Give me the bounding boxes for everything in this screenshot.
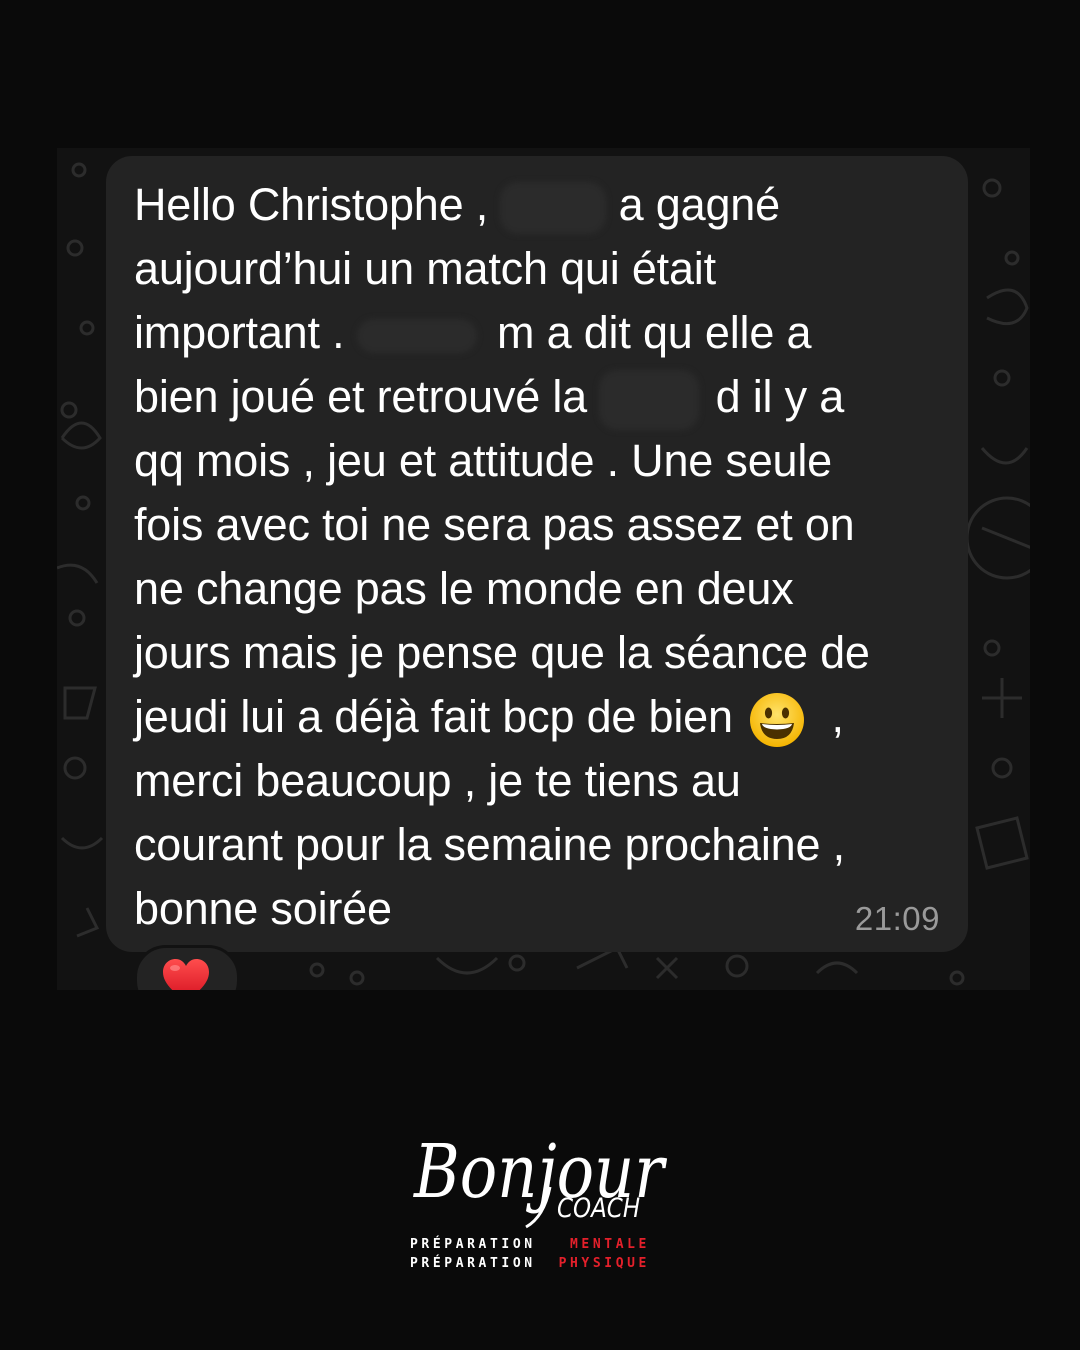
message-text-segment: m a dit qu elle a — [484, 307, 812, 358]
tagline-accent: MENTALE — [569, 1237, 650, 1252]
redacted-name — [500, 182, 607, 235]
message-text-segment: a gagné — [606, 179, 780, 230]
brand-tagline: PRÉPARATION PHYSIQUE — [410, 1256, 670, 1271]
message-line: jours mais je pense que la séance de — [134, 621, 940, 685]
message-text-segment: fois avec toi ne sera pas assez et on — [134, 499, 855, 550]
tagline-prefix: PRÉPARATION — [410, 1237, 536, 1252]
message-text-segment: , — [819, 691, 844, 742]
message-line: courant pour la semaine prochaine , — [134, 813, 940, 877]
brand-tagline: PRÉPARATION MENTALE — [410, 1237, 670, 1252]
message-text-segment: important . — [134, 307, 357, 358]
message-line: ne change pas le monde en deux — [134, 557, 940, 621]
message-line: aujourd’hui un match qui était — [134, 237, 940, 301]
message-line: bien joué et retrouvé la d il y a — [134, 365, 940, 431]
message-text-segment: d il y a — [703, 371, 845, 422]
message-text: Hello Christophe , a gagné aujourd’hui u… — [134, 173, 940, 941]
brand-coach-text: COACH — [557, 1193, 641, 1224]
message-line: jeudi lui a déjà fait bcp de bien , — [134, 685, 940, 749]
message-timestamp: 21:09 — [854, 900, 940, 937]
message-bubble[interactable]: Hello Christophe , a gagné aujourd’hui u… — [106, 156, 968, 952]
grinning-face-icon — [750, 693, 805, 748]
message-text-segment: bonne soirée — [134, 883, 392, 934]
redacted-name — [356, 319, 477, 354]
redacted-word — [599, 370, 700, 431]
message-line: Hello Christophe , a gagné — [134, 173, 940, 237]
chat-area: Hello Christophe , a gagné aujourd’hui u… — [57, 148, 1030, 990]
message-text-segment: jours mais je pense que la séance de — [134, 627, 870, 678]
message-line: qq mois , jeu et attitude . Une seule — [134, 429, 940, 493]
message-text-segment: jeudi lui a déjà fait bcp de bien — [134, 691, 746, 742]
message-line: important . m a dit qu elle a — [134, 301, 940, 365]
message-text-segment: merci beaucoup , je te tiens au — [134, 755, 741, 806]
message-text-segment: Hello Christophe , — [134, 179, 501, 230]
message-text-segment: bien joué et retrouvé la — [134, 371, 600, 422]
message-text-segment: courant pour la semaine prochaine , — [134, 819, 845, 870]
message-line: merci beaucoup , je te tiens au — [134, 749, 940, 813]
tagline-accent: PHYSIQUE — [558, 1256, 650, 1271]
message-text-segment: aujourd’hui un match qui était — [134, 243, 716, 294]
heart-icon — [163, 959, 209, 990]
tagline-prefix: PRÉPARATION — [410, 1256, 536, 1271]
message-line: bonne soirée — [134, 877, 940, 941]
reaction-badge[interactable] — [134, 945, 240, 990]
message-text-segment: qq mois , jeu et attitude . Une seule — [134, 435, 833, 486]
brand-logo: Bonjour COACH PRÉPARATION MENTALE PRÉPAR… — [400, 1115, 680, 1285]
message-text-segment: ne change pas le monde en deux — [134, 563, 794, 614]
message-line: fois avec toi ne sera pas assez et on — [134, 493, 940, 557]
